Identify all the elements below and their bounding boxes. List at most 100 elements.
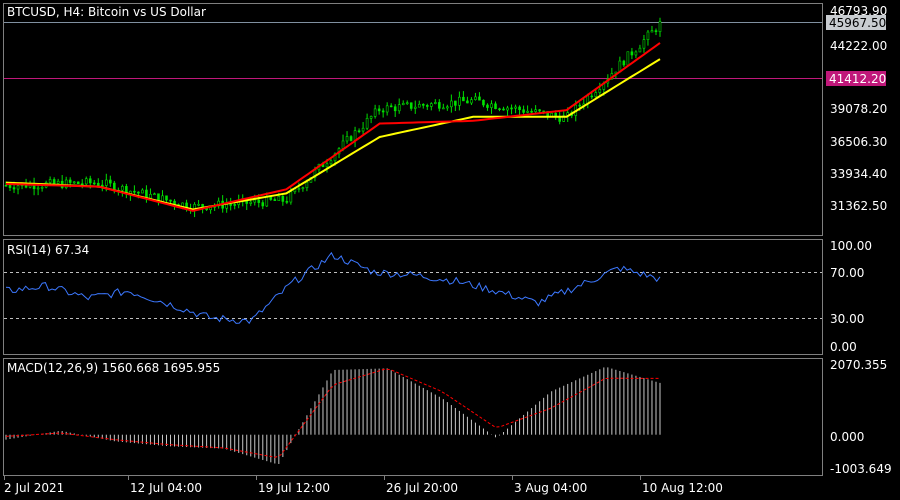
candle-body — [590, 95, 594, 98]
candle-body — [409, 102, 413, 109]
candle-body — [598, 89, 602, 93]
candle-body — [105, 179, 108, 186]
candle-body — [68, 179, 72, 183]
candle-body — [373, 108, 377, 117]
candle-body — [658, 21, 662, 32]
rsi-axis-label: 0.00 — [830, 340, 857, 354]
time-axis-label: 2 Jul 2021 — [4, 481, 64, 495]
macd-axis-label: 2070.355 — [830, 358, 887, 372]
candle-body — [289, 191, 293, 203]
macd-panel-frame — [3, 358, 823, 476]
candle-body — [257, 199, 261, 203]
candle-body — [506, 107, 509, 111]
candle-body — [425, 105, 429, 107]
trading-chart[interactable]: 46793.90 44222.00 39078.20 36506.30 3393… — [0, 0, 900, 500]
candle-body — [650, 30, 654, 33]
moving-average-fast — [5, 42, 661, 212]
candle-body — [365, 118, 369, 129]
time-axis-label: 10 Aug 12:00 — [642, 481, 723, 495]
candle-body — [76, 181, 80, 184]
candle-body — [141, 189, 144, 194]
candle-body — [297, 188, 301, 190]
rsi-panel-frame — [3, 239, 823, 355]
candle-body — [494, 103, 497, 110]
candle-body — [450, 100, 453, 108]
candle-body — [526, 110, 529, 113]
macd-histogram — [5, 367, 661, 464]
candle-body — [438, 102, 441, 109]
candle-body — [654, 30, 658, 32]
candle-body — [554, 112, 557, 117]
level-line-tag-label: 41412.20 — [829, 72, 886, 86]
macd-axis-label: -1003.649 — [830, 462, 892, 476]
candle-body — [381, 110, 385, 113]
candle-body — [345, 136, 349, 142]
candle-body — [12, 187, 16, 190]
candle-body — [361, 127, 365, 132]
candle-body — [442, 107, 445, 110]
candle-body — [377, 108, 381, 112]
rsi-axis-label: 30.00 — [830, 312, 864, 326]
candle-body — [149, 194, 152, 199]
candle-body — [169, 199, 172, 202]
candle-body — [634, 51, 638, 56]
candle-body — [369, 116, 373, 119]
candle-body — [84, 178, 88, 185]
price-axis-label: 44222.00 — [830, 39, 887, 53]
candle-body — [281, 195, 285, 202]
candle-body — [393, 106, 397, 112]
candle-body — [88, 178, 92, 184]
candle-body — [458, 96, 461, 106]
candle-body — [522, 109, 525, 113]
candle-body — [229, 204, 232, 206]
candle-body — [225, 204, 228, 209]
candle-body — [482, 99, 485, 106]
candle-body — [269, 196, 273, 200]
candle-body — [397, 104, 401, 112]
candle-body — [454, 100, 457, 106]
candle-body — [478, 96, 481, 101]
candle-body — [578, 104, 582, 107]
candle-body — [498, 108, 501, 111]
candle-body — [40, 186, 44, 189]
rsi-line — [5, 251, 661, 325]
candle-body — [534, 109, 537, 112]
candle-body — [233, 204, 236, 206]
candle-body — [486, 104, 489, 108]
candle-body — [421, 103, 425, 106]
candle-body — [626, 51, 630, 66]
candle-body — [165, 195, 168, 201]
time-axis-label: 12 Jul 04:00 — [130, 481, 202, 495]
candle-body — [434, 102, 437, 104]
candle-body — [305, 181, 309, 189]
candle-body — [16, 185, 20, 190]
candle-body — [385, 105, 389, 113]
candle-body — [273, 199, 277, 201]
candle-body — [121, 186, 124, 191]
candle-body — [109, 179, 112, 184]
rsi-axis-label: 70.00 — [830, 266, 864, 280]
time-axis-label: 19 Jul 12:00 — [258, 481, 330, 495]
candle-body — [285, 201, 289, 203]
candle-body — [470, 99, 473, 104]
bid-price-tag-label: 45967.50 — [829, 16, 886, 30]
candle-body — [466, 100, 469, 104]
candle-body — [514, 106, 517, 109]
candle-body — [646, 31, 650, 40]
candle-body — [518, 106, 521, 111]
symbol-title: BTCUSD, H4: Bitcoin vs US Dollar — [7, 5, 206, 19]
candle-body — [100, 184, 104, 187]
candle-body — [446, 106, 449, 109]
candle-body — [474, 96, 477, 100]
candle-body — [36, 187, 40, 190]
candle-body — [401, 103, 405, 105]
macd-title: MACD(12,26,9) 1560.668 1695.955 — [7, 361, 220, 375]
candle-body — [642, 39, 646, 49]
candle-body — [357, 130, 361, 133]
price-axis-label: 39078.20 — [830, 102, 887, 116]
candle-body — [329, 160, 333, 165]
candle-body — [430, 103, 433, 107]
candle-body — [325, 163, 329, 168]
candle-body — [405, 102, 409, 105]
candle-body — [261, 202, 265, 207]
